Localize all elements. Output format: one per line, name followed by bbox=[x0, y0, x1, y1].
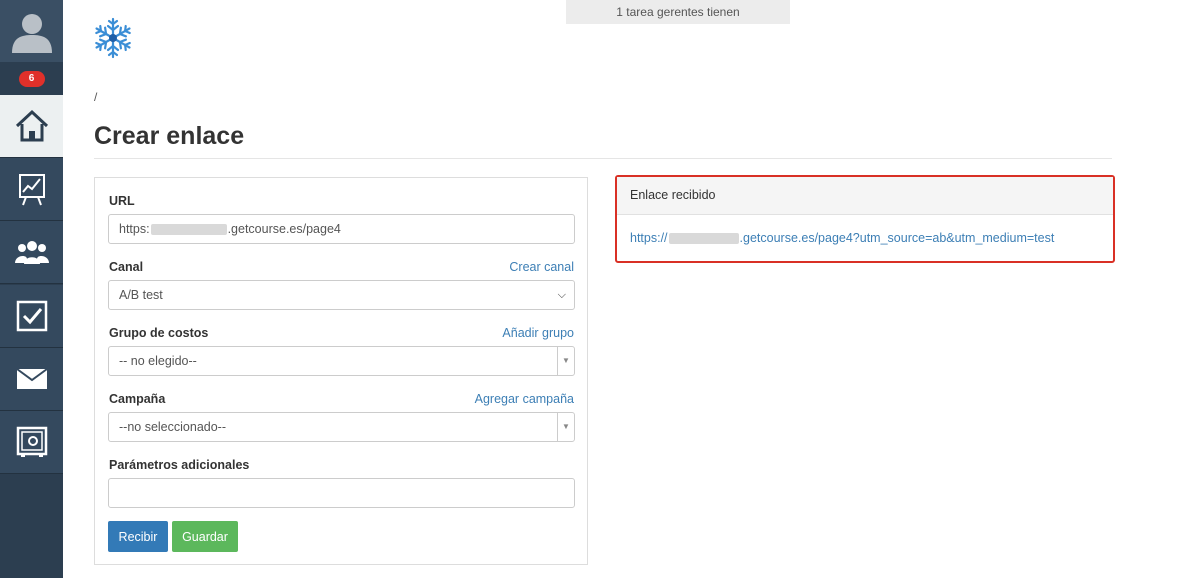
result-panel: Enlace recibido https:// .getcourse.es/pa… bbox=[615, 175, 1115, 263]
url-label: URL bbox=[109, 194, 135, 208]
add-group-link[interactable]: Añadir grupo bbox=[502, 326, 574, 340]
sidebar-item-tasks[interactable] bbox=[0, 285, 63, 348]
campaign-label: Campaña bbox=[109, 392, 166, 406]
result-link-suffix: .getcourse.es/page4?utm_source=ab&utm_me… bbox=[739, 231, 1055, 245]
breadcrumb[interactable]: / bbox=[94, 90, 97, 104]
sidebar: 6 bbox=[0, 0, 63, 578]
user-avatar-icon bbox=[11, 14, 52, 53]
redacted-domain bbox=[668, 233, 739, 245]
avatar[interactable] bbox=[0, 0, 63, 62]
chart-icon bbox=[18, 174, 45, 206]
add-campaign-link[interactable]: Agregar campaña bbox=[475, 392, 574, 406]
dropdown-arrow-icon[interactable]: ▼ bbox=[557, 413, 574, 441]
url-input[interactable]: https: .getcourse.es/page4 bbox=[108, 214, 575, 244]
channel-selected-value: A/B test bbox=[119, 288, 163, 302]
cost-group-label: Grupo de costos bbox=[109, 326, 209, 340]
chevron-down-icon: ⌵ bbox=[557, 289, 566, 301]
tasks-notice[interactable]: 1 tarea gerentes tienen bbox=[566, 0, 790, 24]
create-channel-link[interactable]: Crear canal bbox=[509, 260, 574, 274]
title-divider bbox=[94, 158, 1112, 159]
sidebar-item-settings[interactable] bbox=[0, 411, 63, 474]
notification-badge: 6 bbox=[18, 70, 45, 87]
save-button[interactable]: Guardar bbox=[172, 521, 238, 552]
extra-params-input[interactable] bbox=[108, 478, 575, 508]
dropdown-arrow-icon[interactable]: ▼ bbox=[557, 347, 574, 375]
cost-group-selected-value: -- no elegido-- bbox=[119, 354, 197, 368]
extra-params-label: Parámetros adicionales bbox=[109, 458, 250, 472]
url-prefix: https: bbox=[119, 222, 150, 236]
create-link-form: URL https: .getcourse.es/page4 Canal Crea… bbox=[94, 177, 588, 565]
page-title: Crear enlace bbox=[94, 122, 245, 150]
mail-icon bbox=[15, 368, 48, 389]
notification-row[interactable]: 6 bbox=[0, 62, 63, 96]
snowflake-logo-icon bbox=[92, 17, 134, 59]
sidebar-item-stats[interactable] bbox=[0, 158, 63, 221]
home-icon bbox=[15, 109, 48, 142]
channel-label: Canal bbox=[109, 260, 144, 274]
sidebar-item-home[interactable] bbox=[0, 95, 63, 158]
channel-select[interactable]: A/B test ⌵ bbox=[108, 280, 575, 310]
checkbox-icon bbox=[16, 300, 47, 332]
users-icon bbox=[14, 241, 49, 264]
campaign-selected-value: --no seleccionado-- bbox=[119, 420, 226, 434]
url-suffix: .getcourse.es/page4 bbox=[227, 222, 341, 236]
sidebar-item-mail[interactable] bbox=[0, 348, 63, 411]
sidebar-item-users[interactable] bbox=[0, 221, 63, 284]
campaign-select[interactable]: --no seleccionado-- ▼ bbox=[108, 412, 575, 442]
result-link-prefix: https:// bbox=[630, 231, 668, 245]
redacted-domain bbox=[150, 224, 227, 236]
result-link[interactable]: https:// .getcourse.es/page4?utm_source=a… bbox=[617, 215, 1113, 245]
result-header: Enlace recibido bbox=[617, 177, 1113, 215]
safe-icon bbox=[16, 426, 47, 457]
logo[interactable] bbox=[92, 15, 134, 66]
cost-group-select[interactable]: -- no elegido-- ▼ bbox=[108, 346, 575, 376]
receive-button[interactable]: Recibir bbox=[108, 521, 168, 552]
